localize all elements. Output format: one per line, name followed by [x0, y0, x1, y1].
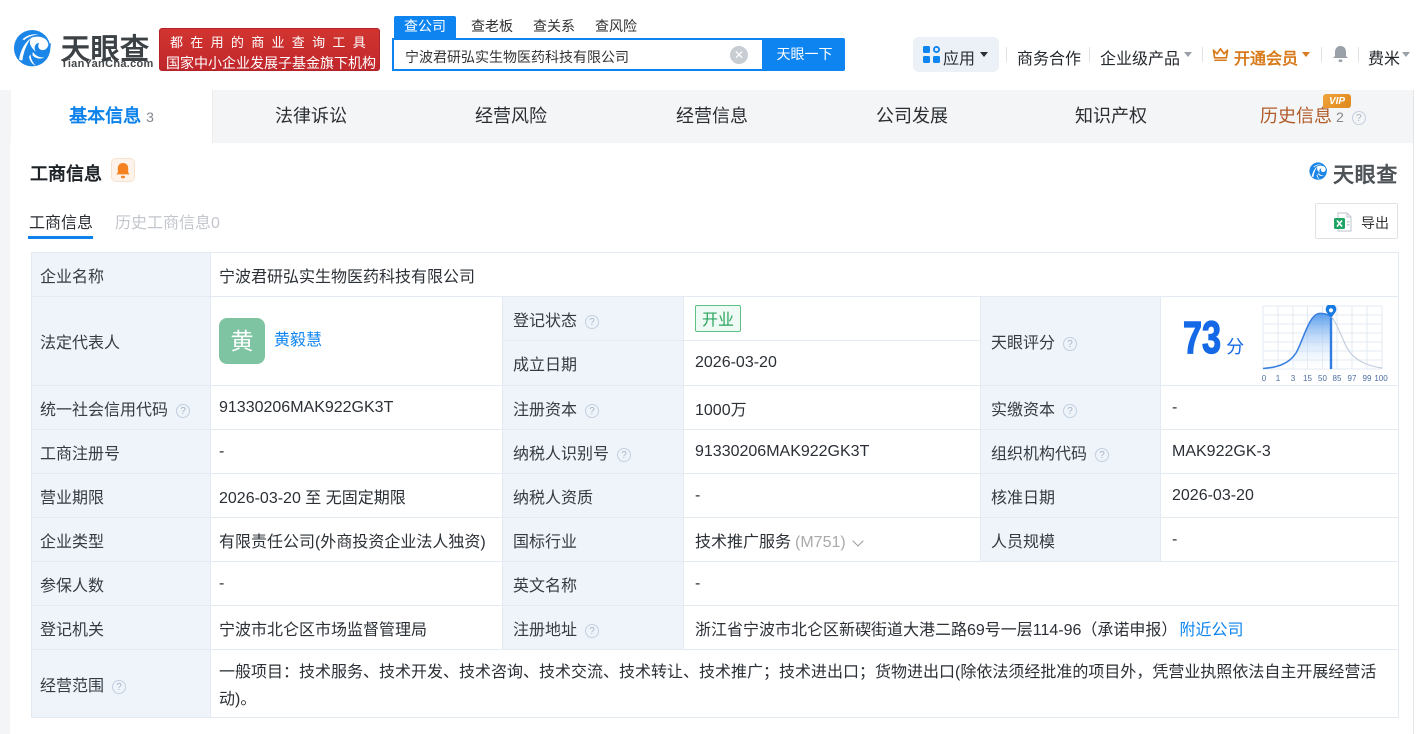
svg-text:85: 85: [1333, 374, 1342, 383]
svg-text:100: 100: [1374, 374, 1388, 383]
svg-text:0: 0: [1262, 374, 1267, 383]
svg-text:50: 50: [1318, 374, 1327, 383]
svg-text:99: 99: [1363, 374, 1372, 383]
svg-text:1: 1: [1276, 374, 1281, 383]
svg-text:15: 15: [1303, 374, 1312, 383]
svg-text:97: 97: [1348, 374, 1357, 383]
svg-text:3: 3: [1291, 374, 1296, 383]
